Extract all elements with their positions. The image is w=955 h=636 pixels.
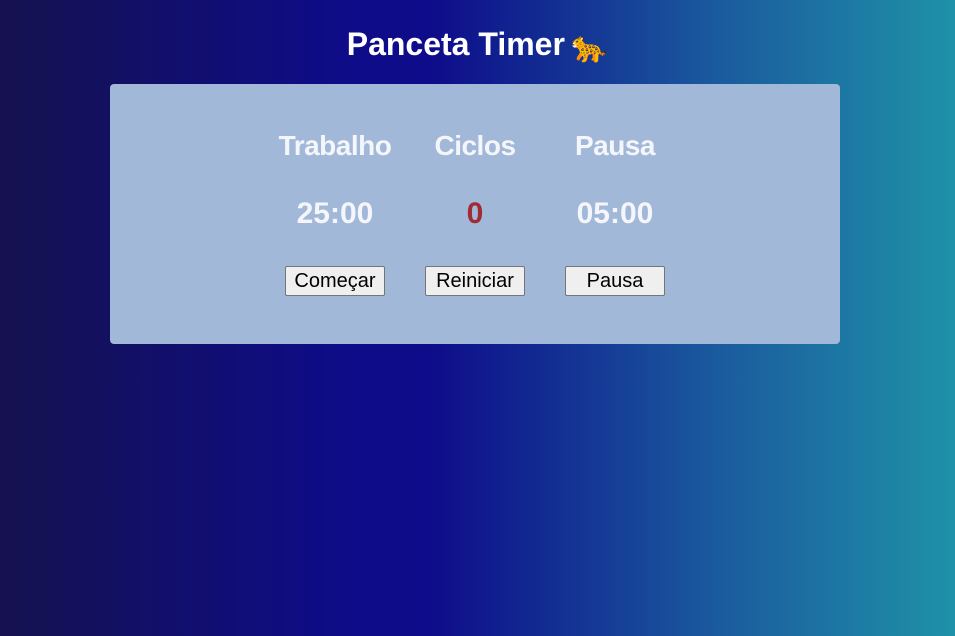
work-heading: Trabalho — [278, 130, 392, 161]
page-title-text: Panceta Timer — [346, 26, 565, 62]
start-button[interactable]: Começar — [285, 266, 385, 296]
pause-heading: Pausa — [575, 130, 656, 161]
reset-button[interactable]: Reiniciar — [425, 266, 525, 296]
page-title: Panceta Timer 🐆 — [0, 24, 955, 68]
work-time-display: 25:00 — [296, 197, 374, 230]
timer-panel: Trabalho 25:00 Começar Ciclos 0 Reinicia… — [110, 84, 840, 344]
pause-time-display: 05:00 — [576, 197, 654, 230]
pause-button[interactable]: Pausa — [565, 266, 665, 296]
cycles-heading: Ciclos — [434, 130, 516, 161]
leopard-icon: 🐆 — [570, 31, 609, 64]
cycles-count-display: 0 — [466, 197, 484, 230]
